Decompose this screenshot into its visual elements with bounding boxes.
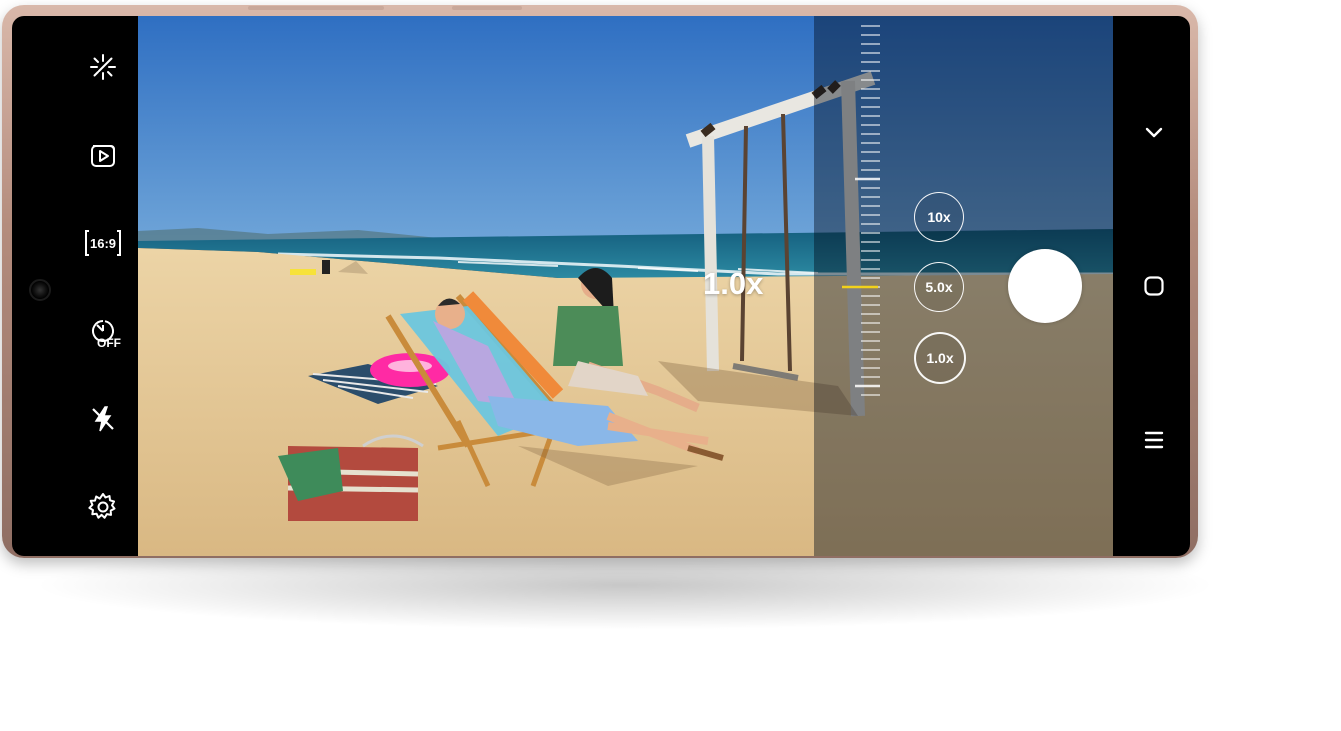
aspect-ratio-icon: 16:9 bbox=[85, 230, 121, 256]
zoom-level-readout: 1.0x bbox=[703, 266, 764, 301]
camera-toolbar-left: 16:9 OFF bbox=[70, 16, 136, 556]
aspect-ratio-label: 16:9 bbox=[90, 236, 116, 251]
motion-photo-icon bbox=[91, 145, 115, 167]
effects-sparkle-icon bbox=[90, 54, 116, 80]
home-icon bbox=[1144, 276, 1164, 296]
settings-gear-icon bbox=[88, 493, 116, 519]
zoom-1x-button[interactable]: 1.0x bbox=[914, 332, 966, 384]
front-camera bbox=[29, 279, 51, 301]
recent-apps-button[interactable] bbox=[1136, 422, 1172, 458]
phone-screen: 16:9 OFF 1.0x 10x 5.0x 1.0x bbox=[12, 16, 1190, 556]
navigation-bar bbox=[1120, 16, 1190, 556]
menu-icon bbox=[1144, 431, 1164, 449]
zoom-slider[interactable] bbox=[828, 16, 888, 416]
chevron-down-icon bbox=[1145, 127, 1163, 138]
zoom-10x-button[interactable]: 10x bbox=[914, 192, 964, 242]
volume-button bbox=[248, 6, 384, 10]
aspect-ratio-button[interactable]: 16:9 bbox=[83, 223, 123, 263]
collapse-button[interactable] bbox=[1136, 114, 1172, 150]
zoom-10x-label: 10x bbox=[927, 209, 951, 225]
home-button[interactable] bbox=[1136, 268, 1172, 304]
timer-label: OFF bbox=[97, 336, 121, 350]
zoom-1x-label: 1.0x bbox=[926, 350, 954, 366]
effects-button[interactable] bbox=[83, 47, 123, 87]
zoom-5x-label: 5.0x bbox=[925, 279, 953, 295]
zoom-5x-button[interactable]: 5.0x bbox=[914, 262, 964, 312]
flash-button[interactable] bbox=[83, 399, 123, 439]
settings-button[interactable] bbox=[83, 487, 123, 527]
phone-frame: 16:9 OFF 1.0x 10x 5.0x 1.0x bbox=[2, 5, 1198, 558]
flash-off-icon bbox=[92, 406, 114, 432]
power-button bbox=[452, 6, 522, 10]
timer-button[interactable]: OFF bbox=[83, 311, 123, 351]
camera-viewfinder[interactable]: 1.0x 10x 5.0x 1.0x bbox=[138, 16, 1113, 556]
motion-photo-button[interactable] bbox=[83, 135, 123, 175]
shutter-button[interactable] bbox=[1008, 249, 1082, 323]
timer-icon: OFF bbox=[92, 320, 121, 350]
